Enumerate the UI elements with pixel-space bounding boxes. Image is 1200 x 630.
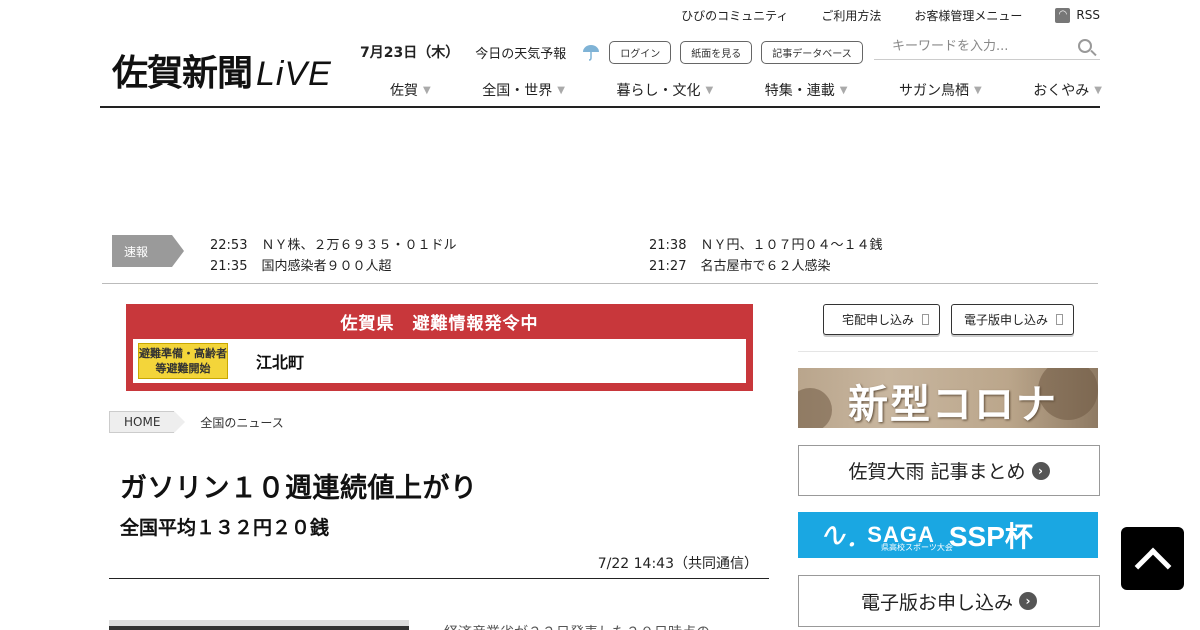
- external-link-icon: [922, 314, 930, 325]
- breaking-news-item[interactable]: 22:53 ＮＹ株、２万６９３５・０１ドル: [210, 234, 456, 253]
- dropdown-arrow-icon: ▼: [557, 84, 565, 96]
- nav-item-features[interactable]: 特集・連載 ▼: [765, 78, 848, 102]
- news-headline: ＮＹ株、２万６９３５・０１ドル: [261, 238, 457, 253]
- news-headline: ＮＹ円、１０７円０４～１４銭: [700, 238, 883, 253]
- ssp-cup-text: SSP杯: [948, 521, 1033, 552]
- digital-edition-button[interactable]: 電子版申し込み: [951, 304, 1075, 335]
- view-paper-button[interactable]: 紙面を見る: [680, 40, 753, 64]
- header-info: 7月23日（木） 今日の天気予報 ログイン 紙面を見る 記事データベース: [360, 40, 863, 64]
- login-button[interactable]: ログイン: [609, 40, 672, 64]
- weather-link[interactable]: 今日の天気予報: [475, 43, 566, 62]
- site-logo[interactable]: 佐賀新聞 LiVE: [112, 44, 332, 96]
- news-headline: 名古屋市で６２人感染: [700, 259, 831, 274]
- logo-text-jp: 佐賀新聞: [112, 52, 253, 94]
- account-menu-link[interactable]: お客様管理メニュー: [914, 7, 1022, 24]
- news-time: 21:27: [649, 259, 687, 274]
- dropdown-arrow-icon: ▼: [839, 84, 848, 96]
- nav-label: サガン鳥栖: [899, 83, 969, 99]
- nav-item-life-culture[interactable]: 暮らし・文化 ▼: [617, 78, 714, 102]
- article-headline: ガソリン１０週連続値上がり: [120, 473, 478, 504]
- logo-text-live: LiVE: [256, 55, 332, 93]
- evacuation-alert[interactable]: 佐賀県 避難情報発令中 避難準備・高齢者等避難開始 江北町: [126, 304, 753, 391]
- evacuation-title: 佐賀県 避難情報発令中: [340, 313, 539, 334]
- article-body: 経済産業省が２２日発表した２０日時点の: [444, 622, 710, 630]
- article-photo[interactable]: [109, 620, 409, 630]
- button-label: 電子版申し込み: [964, 313, 1049, 327]
- breaking-news-item[interactable]: 21:27 名古屋市で６２人感染: [649, 255, 830, 274]
- virus-illustration: [798, 388, 832, 428]
- current-date: 7月23日（木）: [360, 45, 460, 61]
- button-label: 宅配申し込み: [842, 313, 915, 327]
- breadcrumb-home[interactable]: HOME: [109, 411, 186, 433]
- nav-label: 特集・連載: [764, 83, 835, 99]
- home-delivery-button[interactable]: 宅配申し込み: [823, 304, 941, 335]
- ssp-subtitle: 県高校スポーツ大会: [881, 543, 953, 552]
- evacuation-town[interactable]: 江北町: [256, 349, 304, 373]
- nav-item-sagan-tosu[interactable]: サガン鳥栖 ▼: [899, 78, 982, 102]
- news-headline: 国内感染者９００人超: [261, 259, 392, 274]
- nav-item-national-world[interactable]: 全国・世界 ▼: [482, 78, 565, 102]
- article-divider: [109, 578, 769, 579]
- dropdown-arrow-icon: ▼: [705, 84, 714, 96]
- link-label: 佐賀大雨 記事まとめ: [848, 461, 1026, 483]
- evacuation-body: 避難準備・高齢者等避難開始 江北町: [132, 338, 747, 384]
- dropdown-arrow-icon: ▼: [974, 84, 982, 96]
- nav-label: 暮らし・文化: [616, 83, 701, 99]
- usage-guide-link[interactable]: ご利用方法: [821, 7, 881, 24]
- breaking-news: 速報 22:53 ＮＹ株、２万６９３５・０１ドル 21:38 ＮＹ円、１０７円０４～…: [112, 235, 1098, 283]
- corona-banner-text: 新型コロナ: [848, 381, 1058, 428]
- search-icon[interactable]: [1078, 39, 1092, 53]
- chevron-right-icon: ›: [1031, 461, 1050, 480]
- breaking-news-item[interactable]: 21:38 ＮＹ円、１０７円０４～１４銭: [649, 234, 882, 253]
- sidebar-divider: [798, 351, 1098, 352]
- nav-divider: [100, 106, 1100, 108]
- ssp-logo-mark: ∿.: [818, 515, 858, 555]
- rss-icon: ◠: [1055, 7, 1071, 23]
- link-label: 電子版お申し込み: [860, 591, 1013, 614]
- digital-subscription-link[interactable]: 電子版お申し込み ›: [798, 575, 1100, 627]
- search-input[interactable]: [874, 39, 1064, 54]
- breaking-news-item[interactable]: 21:35 国内感染者９００人超: [210, 255, 391, 274]
- utility-links: ひびのコミュニティ ご利用方法 お客様管理メニュー ◠ RSS: [648, 0, 1100, 30]
- heavy-rain-summary-link[interactable]: 佐賀大雨 記事まとめ ›: [798, 445, 1100, 496]
- news-time: 22:53: [210, 238, 248, 253]
- nav-label: 全国・世界: [482, 83, 553, 99]
- dropdown-arrow-icon: ▼: [423, 84, 431, 96]
- search-box: [874, 34, 1100, 60]
- breaking-divider: [102, 283, 1098, 284]
- nav-item-saga[interactable]: 佐賀 ▼: [390, 78, 431, 102]
- evacuation-level-badge: 避難準備・高齢者等避難開始: [138, 343, 228, 379]
- breaking-news-label: 速報: [112, 235, 184, 267]
- news-time: 21:35: [210, 259, 248, 274]
- rss-label: RSS: [1076, 8, 1100, 22]
- main-nav: 佐賀 ▼ 全国・世界 ▼ 暮らし・文化 ▼ 特集・連載 ▼ サガン鳥栖 ▼ おくやみ ▼: [390, 78, 1102, 102]
- external-link-icon: [1056, 314, 1064, 325]
- article-database-button[interactable]: 記事データベース: [761, 40, 863, 64]
- chevron-up-icon: [1134, 547, 1171, 584]
- chevron-right-icon: ›: [1019, 592, 1037, 610]
- nav-item-obituaries[interactable]: おくやみ ▼: [1033, 78, 1102, 102]
- ssp-cup-banner[interactable]: ∿. SAGA 県高校スポーツ大会 SSP杯: [798, 512, 1098, 558]
- corona-banner[interactable]: 新型コロナ: [798, 368, 1098, 428]
- umbrella-icon[interactable]: [582, 43, 600, 61]
- back-to-top-button[interactable]: [1121, 527, 1184, 590]
- news-time: 21:38: [649, 238, 687, 253]
- nav-label: おくやみ: [1033, 83, 1090, 99]
- article-dateline: 7/22 14:43（共同通信）: [597, 556, 758, 572]
- rss-link[interactable]: ◠ RSS: [1055, 7, 1100, 23]
- dropdown-arrow-icon: ▼: [1094, 84, 1102, 96]
- nav-label: 佐賀: [390, 83, 418, 99]
- community-link[interactable]: ひびのコミュニティ: [681, 7, 788, 24]
- breadcrumb-current[interactable]: 全国のニュース: [200, 414, 283, 431]
- breadcrumb: HOME 全国のニュース: [109, 411, 284, 433]
- article-subhead: 全国平均１３２円２０銭: [120, 517, 330, 539]
